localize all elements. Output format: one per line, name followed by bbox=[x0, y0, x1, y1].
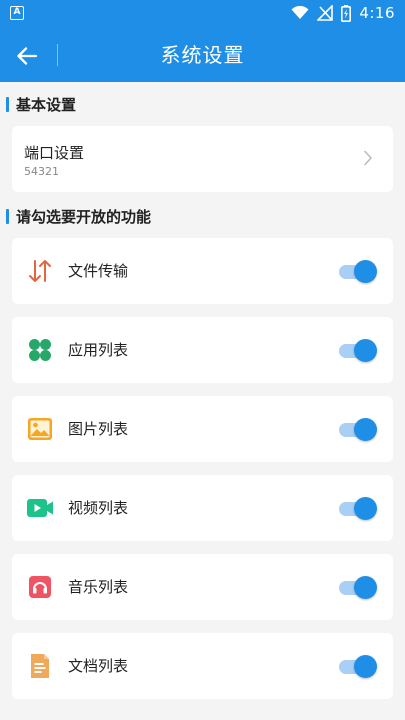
feature-toggle[interactable] bbox=[339, 576, 377, 599]
section-title: 请勾选要开放的功能 bbox=[16, 207, 152, 226]
section-basic-settings: 基本设置 bbox=[0, 82, 405, 126]
feature-toggle[interactable] bbox=[339, 497, 377, 520]
feature-list: 文件传输 应用列表 图片列表 视频列表 音乐列表 文档列表 bbox=[0, 238, 405, 699]
music-icon bbox=[26, 573, 54, 601]
section-title: 基本设置 bbox=[16, 95, 77, 114]
feature-label: 音乐列表 bbox=[68, 578, 129, 596]
feature-toggle[interactable] bbox=[339, 260, 377, 283]
battery-charging-icon bbox=[341, 4, 352, 22]
section-marker bbox=[6, 96, 9, 112]
port-setting-row[interactable]: 端口设置 54321 bbox=[12, 126, 393, 192]
feature-item-document-list[interactable]: 文档列表 bbox=[12, 633, 393, 699]
feature-toggle[interactable] bbox=[339, 339, 377, 362]
page-title: 系统设置 bbox=[160, 43, 245, 67]
section-marker bbox=[6, 208, 9, 224]
image-icon bbox=[26, 415, 54, 443]
port-label: 端口设置 bbox=[24, 144, 85, 162]
no-signal-icon bbox=[317, 5, 334, 21]
status-bar: A 4:16 bbox=[0, 0, 405, 28]
feature-item-video-list[interactable]: 视频列表 bbox=[12, 475, 393, 541]
feature-toggle[interactable] bbox=[339, 418, 377, 441]
feature-label: 文档列表 bbox=[68, 657, 129, 675]
video-icon bbox=[26, 494, 54, 522]
feature-label: 文件传输 bbox=[68, 262, 129, 280]
status-time: 4:16 bbox=[359, 4, 395, 22]
feature-label: 应用列表 bbox=[68, 341, 129, 359]
feature-label: 视频列表 bbox=[68, 499, 129, 517]
document-icon bbox=[26, 652, 54, 680]
port-value: 54321 bbox=[24, 165, 59, 178]
feature-item-app-list[interactable]: 应用列表 bbox=[12, 317, 393, 383]
transfer-icon bbox=[26, 257, 54, 285]
feature-item-image-list[interactable]: 图片列表 bbox=[12, 396, 393, 462]
apps-icon bbox=[26, 336, 54, 364]
feature-toggle[interactable] bbox=[339, 655, 377, 678]
app-notification-icon: A bbox=[10, 6, 24, 20]
feature-item-music-list[interactable]: 音乐列表 bbox=[12, 554, 393, 620]
feature-label: 图片列表 bbox=[68, 420, 129, 438]
feature-item-file-transfer[interactable]: 文件传输 bbox=[12, 238, 393, 304]
section-features: 请勾选要开放的功能 bbox=[0, 194, 405, 238]
wifi-icon bbox=[291, 6, 309, 19]
app-bar: 系统设置 bbox=[0, 28, 405, 82]
chevron-right-icon bbox=[364, 150, 372, 166]
